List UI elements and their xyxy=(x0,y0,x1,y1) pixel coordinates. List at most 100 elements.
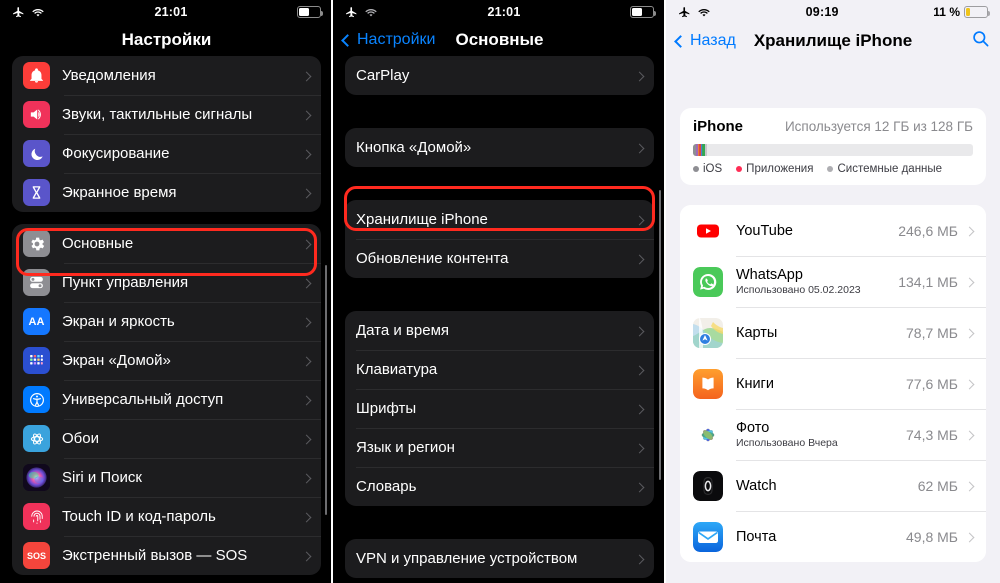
youtube-icon xyxy=(693,215,723,246)
general-group-2: Кнопка «Домой» xyxy=(345,128,654,167)
accessibility-icon xyxy=(23,386,50,413)
fingerprint-icon xyxy=(23,503,50,530)
status-left xyxy=(345,6,378,19)
chevron-right-icon xyxy=(301,548,312,563)
app-name: WhatsApp xyxy=(736,267,803,283)
row-fonts[interactable]: Шрифты xyxy=(345,389,654,428)
row-label: Словарь xyxy=(356,478,417,495)
chevron-right-icon xyxy=(964,324,975,342)
app-name: Watch xyxy=(736,477,777,494)
aa-icon: AA xyxy=(23,308,50,335)
chevron-right-icon xyxy=(964,222,975,240)
status-time: 21:01 xyxy=(154,5,188,19)
sidebar-item-display[interactable]: AA Экран и яркость xyxy=(12,302,321,341)
list-item[interactable]: YouTube 246,6 МБ xyxy=(680,205,986,256)
row-label: Экстренный вызов — SOS xyxy=(62,547,248,564)
sidebar-item-siri[interactable]: Siri и Поиск xyxy=(12,458,321,497)
list-item[interactable]: Книги 77,6 МБ xyxy=(680,358,986,409)
storage-bar xyxy=(693,144,973,156)
row-label: Клавиатура xyxy=(356,361,438,378)
airplane-icon xyxy=(13,6,24,17)
list-item[interactable]: Карты 78,7 МБ xyxy=(680,307,986,358)
back-button[interactable]: Назад xyxy=(674,32,736,50)
panel-storage: 09:19 11 % Назад Хранилище iPhone iPhone… xyxy=(666,0,1000,583)
row-iphone-storage[interactable]: Хранилище iPhone xyxy=(345,200,654,239)
app-text: Watch xyxy=(736,478,777,494)
moon-icon xyxy=(23,140,50,167)
list-item[interactable]: Фото Использовано Вчера 74,3 МБ xyxy=(680,409,986,460)
row-label: Экранное время xyxy=(62,184,177,201)
list-item[interactable]: Watch 62 МБ xyxy=(680,460,986,511)
sidebar-item-focus[interactable]: Фокусирование xyxy=(12,134,321,173)
row-background-refresh[interactable]: Обновление контента xyxy=(345,239,654,278)
chevron-right-icon xyxy=(964,375,975,393)
chevron-right-icon xyxy=(634,440,645,455)
sidebar-item-accessibility[interactable]: Универсальный доступ xyxy=(12,380,321,419)
chevron-right-icon xyxy=(964,477,975,495)
storage-summary-card: iPhone Используется 12 ГБ из 128 ГБ iOS … xyxy=(680,108,986,185)
general-scroll-area[interactable]: CarPlay Кнопка «Домой» Хранилище iPhone xyxy=(333,56,666,583)
chevron-right-icon xyxy=(301,185,312,200)
chevron-right-icon xyxy=(301,509,312,524)
sos-icon: SOS xyxy=(23,542,50,569)
page-title: Настройки xyxy=(121,30,212,49)
app-last-used: Использовано Вчера xyxy=(736,437,838,449)
status-bar-general: 21:01 xyxy=(333,0,666,24)
sidebar-item-screentime[interactable]: Экранное время xyxy=(12,173,321,212)
settings-group-1: Уведомления Звуки, тактильные сигналы Фо… xyxy=(12,56,321,212)
row-language-region[interactable]: Язык и регион xyxy=(345,428,654,467)
chevron-right-icon xyxy=(301,236,312,251)
sidebar-item-wallpaper[interactable]: Обои xyxy=(12,419,321,458)
sidebar-item-sos[interactable]: SOS Экстренный вызов — SOS xyxy=(12,536,321,575)
list-item[interactable]: Почта 49,8 МБ xyxy=(680,511,986,562)
status-left xyxy=(678,6,711,19)
mail-icon xyxy=(693,521,723,552)
search-icon[interactable] xyxy=(971,29,990,53)
row-dictionary[interactable]: Словарь xyxy=(345,467,654,506)
list-item[interactable]: WhatsApp Использовано 05.02.2023 134,1 М… xyxy=(680,256,986,307)
bell-icon xyxy=(23,62,50,89)
back-button[interactable]: Настройки xyxy=(341,31,436,49)
row-label: Обои xyxy=(62,430,99,447)
row-home-button[interactable]: Кнопка «Домой» xyxy=(345,128,654,167)
sidebar-item-general[interactable]: Основные xyxy=(12,224,321,263)
watch-icon xyxy=(693,470,723,501)
settings-scroll-area[interactable]: Уведомления Звуки, тактильные сигналы Фо… xyxy=(0,56,333,583)
usage-text: Используется 12 ГБ из 128 ГБ xyxy=(784,119,973,134)
row-label: VPN и управление устройством xyxy=(356,550,578,567)
app-name: YouTube xyxy=(736,222,793,239)
wifi-icon xyxy=(365,8,377,16)
row-label: Дата и время xyxy=(356,322,450,339)
row-vpn-device-management[interactable]: VPN и управление устройством xyxy=(345,539,654,578)
sidebar-item-control-center[interactable]: Пункт управления xyxy=(12,263,321,302)
legend-label: Приложения xyxy=(746,163,814,175)
row-label: Фокусирование xyxy=(62,145,170,162)
scrollbar-settings[interactable] xyxy=(324,265,327,515)
app-size: 74,3 МБ xyxy=(906,426,958,443)
status-right xyxy=(297,6,323,18)
legend-item-system: Системные данные xyxy=(827,163,942,175)
nav-bar-general: Настройки Основные xyxy=(333,24,666,56)
status-right: 11 % xyxy=(933,5,990,19)
sidebar-item-touchid[interactable]: Touch ID и код-пароль xyxy=(12,497,321,536)
legend-item-apps: Приложения xyxy=(736,163,813,175)
row-carplay[interactable]: CarPlay xyxy=(345,56,654,95)
app-text: Книги xyxy=(736,376,774,392)
sidebar-item-home-screen[interactable]: Экран «Домой» xyxy=(12,341,321,380)
chevron-right-icon xyxy=(634,323,645,338)
battery-icon xyxy=(297,6,323,18)
row-date-time[interactable]: Дата и время xyxy=(345,311,654,350)
sidebar-item-sounds[interactable]: Звуки, тактильные сигналы xyxy=(12,95,321,134)
panel-divider-2 xyxy=(664,0,666,583)
chevron-right-icon xyxy=(634,68,645,83)
back-label: Настройки xyxy=(357,31,436,48)
row-keyboard[interactable]: Клавиатура xyxy=(345,350,654,389)
sidebar-item-notifications[interactable]: Уведомления xyxy=(12,56,321,95)
speaker-icon xyxy=(23,101,50,128)
storage-scroll-area[interactable]: iPhone Используется 12 ГБ из 128 ГБ iOS … xyxy=(666,58,1000,583)
row-label: Хранилище iPhone xyxy=(356,211,488,228)
scrollbar-general[interactable] xyxy=(658,190,661,480)
chevron-right-icon xyxy=(634,362,645,377)
panel-general: 21:01 Настройки Основные CarPlay Кнопка … xyxy=(333,0,666,583)
app-size: 78,7 МБ xyxy=(906,324,958,341)
